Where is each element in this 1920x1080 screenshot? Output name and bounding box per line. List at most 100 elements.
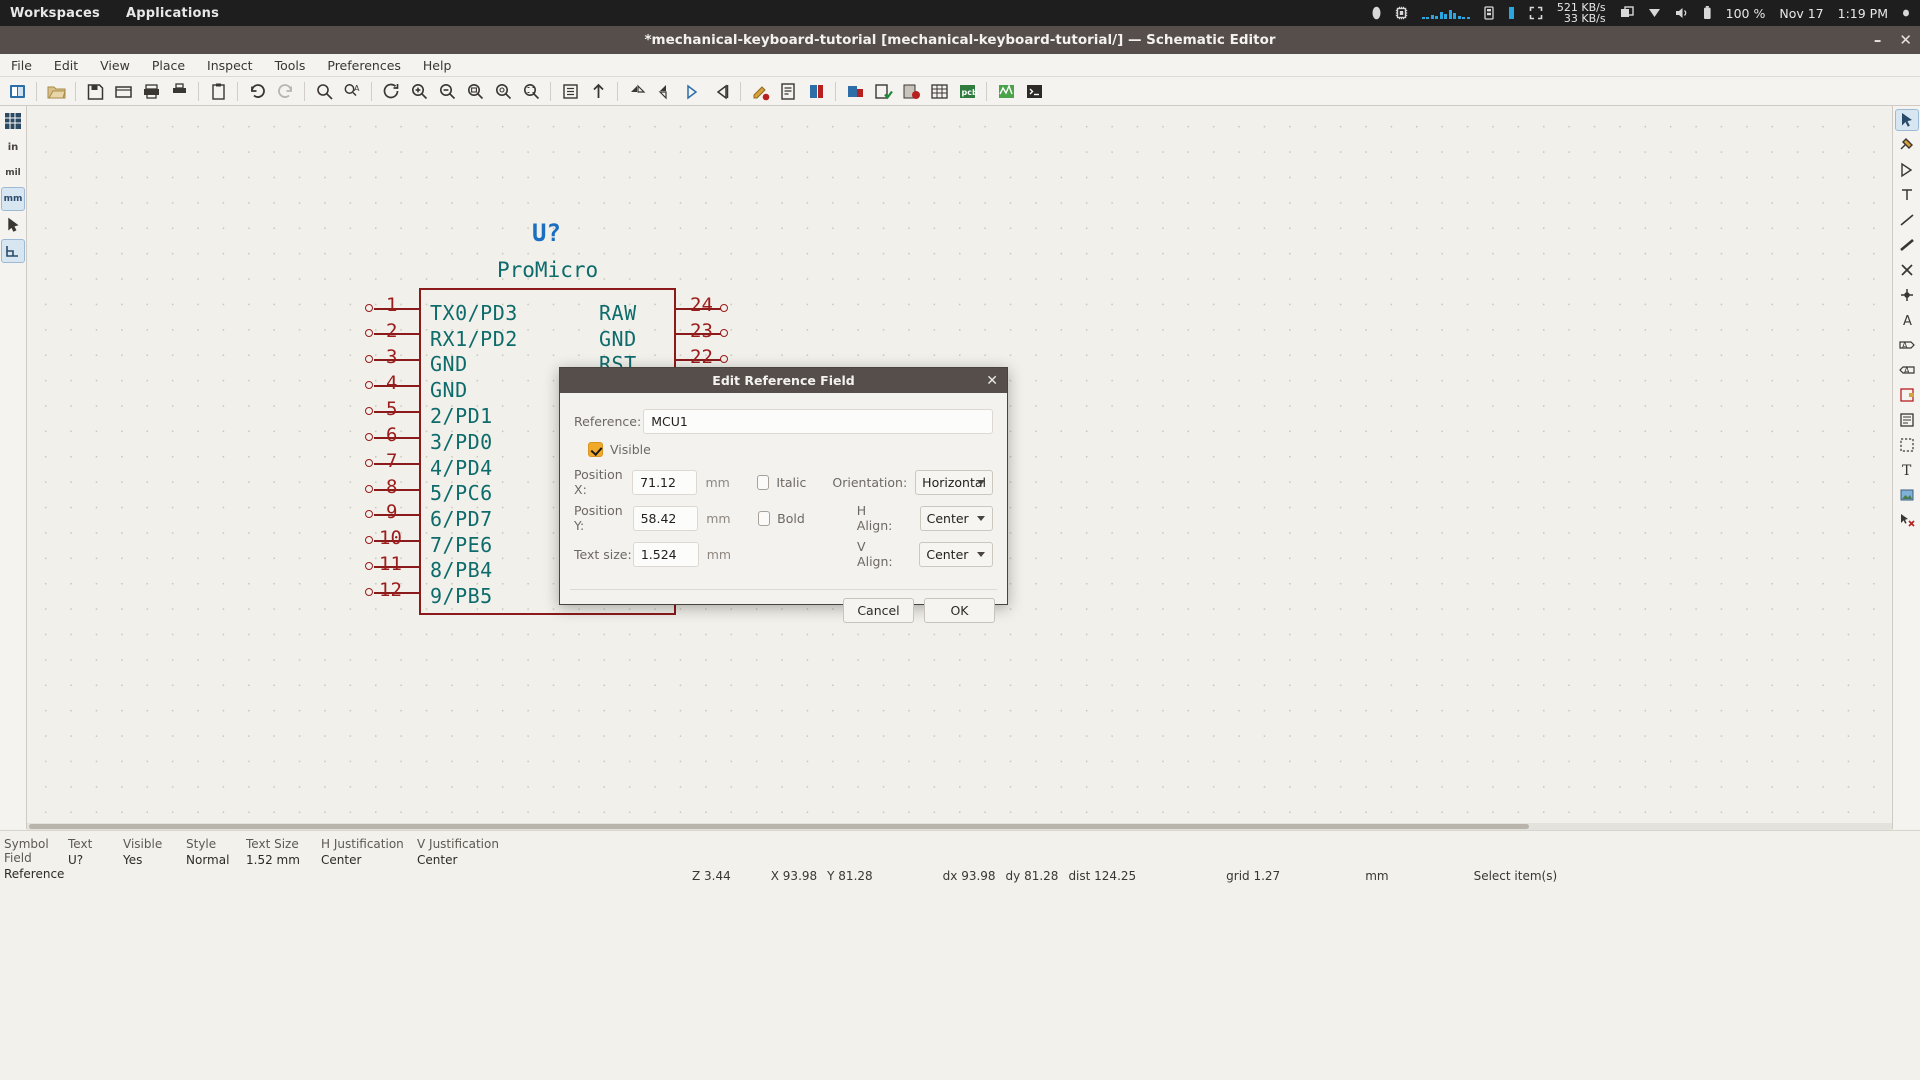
grid-size[interactable]: grid 1.27 — [1226, 869, 1280, 883]
footprint-assign-icon[interactable] — [842, 79, 868, 104]
close-button[interactable]: ✕ — [1899, 33, 1912, 48]
scroll-thumb[interactable] — [29, 824, 1529, 829]
import-sheet-pin-icon[interactable] — [1895, 434, 1919, 456]
zoom-out-icon[interactable] — [434, 79, 460, 104]
page-settings-icon[interactable] — [110, 79, 136, 104]
draw-wire-icon[interactable] — [1895, 209, 1919, 231]
rotate-ccw-icon[interactable] — [680, 79, 706, 104]
menu-file[interactable]: File — [0, 54, 43, 77]
global-label-icon[interactable]: A — [1895, 334, 1919, 356]
clock-date[interactable]: Nov 17 — [1779, 6, 1823, 21]
h-align-select[interactable]: Center — [920, 506, 993, 531]
units-mm-icon[interactable]: mm — [1, 187, 25, 211]
symbol-reference[interactable]: U? — [532, 219, 561, 247]
paste-icon[interactable] — [205, 79, 231, 104]
v-align-select[interactable]: Center — [919, 542, 993, 567]
menu-view[interactable]: View — [89, 54, 141, 77]
menu-tools[interactable]: Tools — [264, 54, 317, 77]
no-connect-icon[interactable] — [1895, 259, 1919, 281]
position-x-input[interactable]: 71.12 — [632, 470, 697, 495]
scripting-icon[interactable] — [1021, 79, 1047, 104]
screen-icon[interactable] — [1529, 6, 1543, 20]
hv-lines-icon[interactable] — [1, 239, 25, 263]
highlight-net-icon[interactable] — [1895, 134, 1919, 156]
workspaces-menu[interactable]: Workspaces — [10, 6, 100, 21]
grid-toggle-icon[interactable] — [1, 109, 25, 133]
menu-place[interactable]: Place — [141, 54, 196, 77]
menu-inspect[interactable]: Inspect — [196, 54, 264, 77]
units-inch-icon[interactable]: in — [1, 135, 25, 159]
memory-icon[interactable] — [1484, 6, 1494, 20]
minimize-button[interactable]: – — [1874, 33, 1882, 48]
net-label-icon[interactable]: A — [1895, 309, 1919, 331]
dialog-close-icon[interactable]: ✕ — [986, 368, 998, 393]
mirror-v-icon[interactable] — [652, 79, 678, 104]
plot-icon[interactable] — [166, 79, 192, 104]
vpn-icon[interactable] — [1648, 6, 1661, 20]
undo-icon[interactable] — [244, 79, 270, 104]
zoom-fit-icon[interactable] — [462, 79, 488, 104]
annotate-icon[interactable] — [747, 79, 773, 104]
visible-checkbox[interactable] — [588, 442, 603, 457]
orientation-select[interactable]: Horizontal — [915, 470, 993, 495]
print-icon[interactable] — [138, 79, 164, 104]
battery-icon[interactable] — [1703, 6, 1712, 20]
italic-checkbox[interactable] — [757, 475, 770, 490]
zoom-area-icon[interactable] — [518, 79, 544, 104]
menu-help[interactable]: Help — [412, 54, 463, 77]
italic-label: Italic — [776, 475, 806, 490]
reference-input[interactable]: MCU1 — [643, 409, 993, 434]
horizontal-scrollbar[interactable] — [27, 823, 1892, 830]
zoom-in-icon[interactable] — [406, 79, 432, 104]
windows-icon[interactable] — [1620, 6, 1634, 20]
bold-checkbox[interactable] — [758, 511, 771, 526]
power-icon[interactable] — [1372, 6, 1381, 20]
clock-time[interactable]: 1:19 PM — [1838, 6, 1888, 21]
units-mil-icon[interactable]: mil — [1, 161, 25, 185]
sheet-pin-icon[interactable] — [1895, 384, 1919, 406]
draw-sheet-icon[interactable] — [1895, 409, 1919, 431]
applications-menu[interactable]: Applications — [126, 6, 219, 21]
ok-button[interactable]: OK — [924, 598, 995, 623]
symbol-editor-icon[interactable] — [803, 79, 829, 104]
hierarchy-icon[interactable] — [557, 79, 583, 104]
select-tool-icon[interactable] — [1895, 109, 1919, 131]
cpu-icon[interactable] — [1395, 6, 1408, 20]
delete-tool-icon[interactable] — [1895, 509, 1919, 531]
mirror-h-icon[interactable] — [624, 79, 650, 104]
erc-icon[interactable] — [870, 79, 896, 104]
image-tool-icon[interactable] — [1895, 484, 1919, 506]
leave-sheet-icon[interactable] — [585, 79, 611, 104]
open-project-icon[interactable] — [43, 79, 69, 104]
draw-bus-icon[interactable] — [1895, 234, 1919, 256]
simulator-icon[interactable] — [993, 79, 1019, 104]
find-icon[interactable] — [311, 79, 337, 104]
units-readout[interactable]: mm — [1365, 869, 1388, 883]
cancel-button[interactable]: Cancel — [843, 598, 914, 623]
text-tool-icon[interactable]: T — [1895, 459, 1919, 481]
hier-label-icon[interactable]: A — [1895, 359, 1919, 381]
redo-icon[interactable] — [272, 79, 298, 104]
text-size-input[interactable]: 1.524 — [633, 542, 699, 567]
refresh-icon[interactable] — [378, 79, 404, 104]
menu-edit[interactable]: Edit — [43, 54, 89, 77]
bom-icon[interactable] — [898, 79, 924, 104]
position-y-input[interactable]: 58.42 — [633, 506, 699, 531]
symbol-value[interactable]: ProMicro — [497, 258, 598, 282]
save-icon[interactable] — [82, 79, 108, 104]
rotate-cw-icon[interactable] — [708, 79, 734, 104]
record-icon[interactable] — [1902, 6, 1910, 20]
junction-icon[interactable] — [1895, 284, 1919, 306]
find-replace-icon[interactable]: A — [339, 79, 365, 104]
zoom-objects-icon[interactable] — [490, 79, 516, 104]
place-symbol-icon[interactable] — [1895, 159, 1919, 181]
place-power-icon[interactable] — [1895, 184, 1919, 206]
pcb-icon[interactable]: pcb — [954, 79, 980, 104]
volume-icon[interactable] — [1675, 6, 1689, 20]
new-sheet-icon[interactable] — [4, 79, 30, 104]
cursor-fullscreen-icon[interactable] — [1, 213, 25, 237]
menu-preferences[interactable]: Preferences — [316, 54, 412, 77]
symbol-checker-icon[interactable] — [775, 79, 801, 104]
pin-name: RAW — [599, 301, 637, 325]
spreadsheet-icon[interactable] — [926, 79, 952, 104]
